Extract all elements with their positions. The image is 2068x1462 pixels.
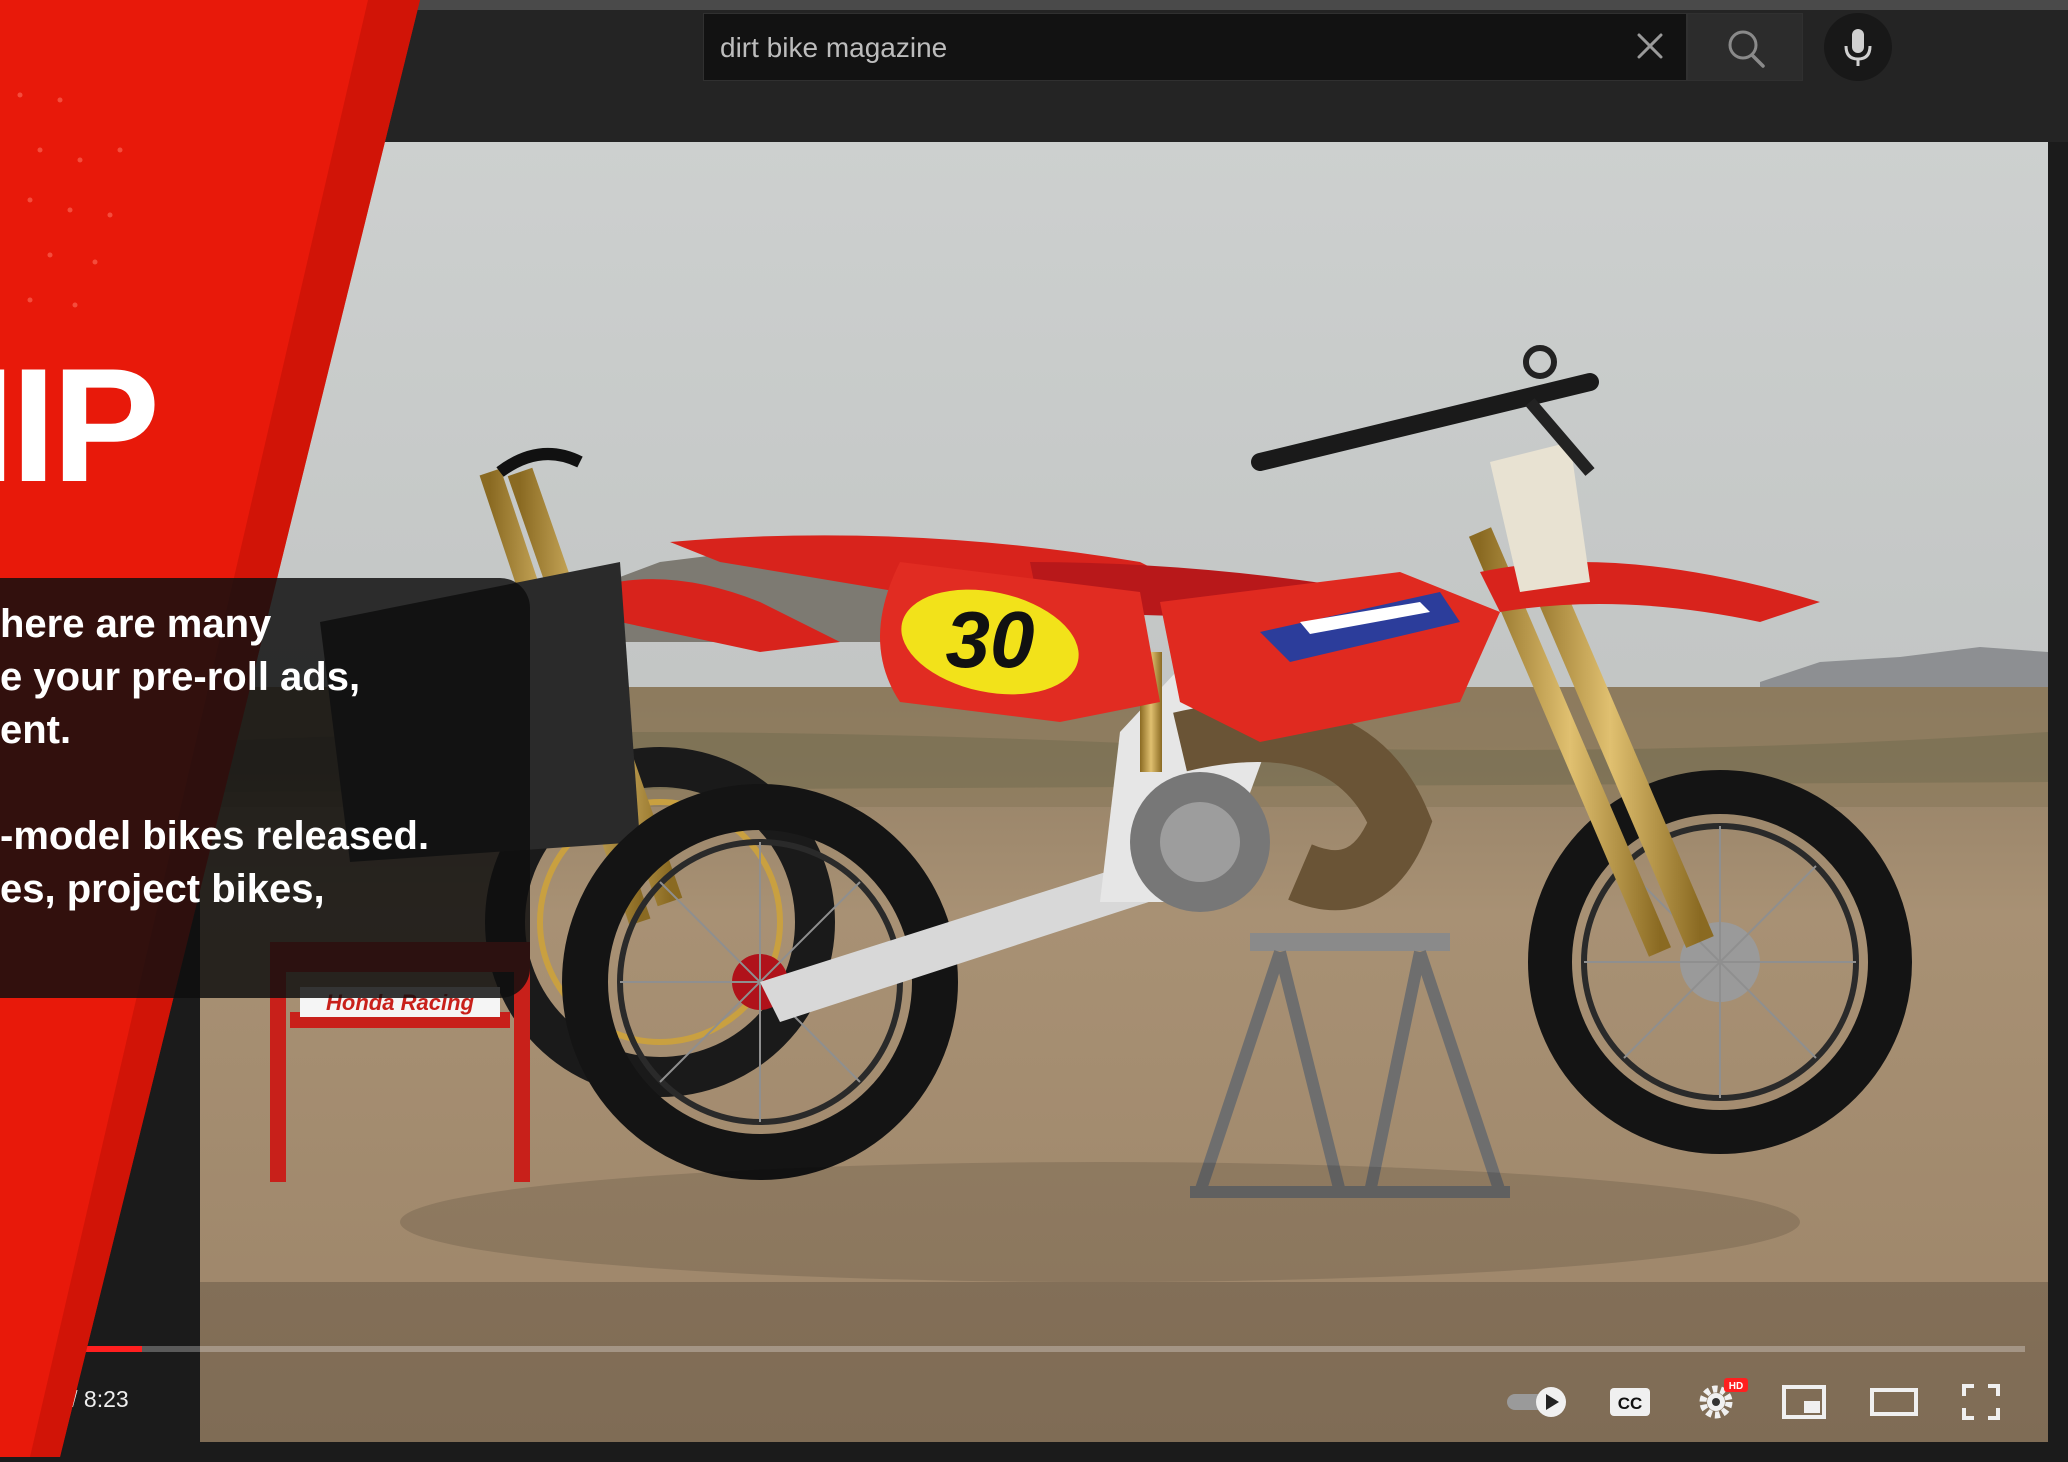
promo-panel: IIP here are many e your pre-roll ads, e…	[0, 0, 530, 1457]
search-input[interactable]	[718, 14, 1622, 82]
caption-line-3: ent.	[0, 708, 72, 752]
autoplay-toggle[interactable]	[1505, 1384, 1575, 1420]
caption-line-2: e your pre-roll ads,	[0, 655, 361, 699]
close-icon[interactable]	[1630, 26, 1670, 66]
caption-line-1: here are many	[0, 602, 272, 646]
search-box	[703, 13, 1687, 82]
microphone-button[interactable]	[1824, 13, 1892, 81]
svg-text:CC: CC	[1618, 1394, 1643, 1413]
theater-mode-button[interactable]	[1868, 1381, 1920, 1423]
miniplayer-button[interactable]	[1780, 1381, 1828, 1423]
fullscreen-button[interactable]	[1958, 1380, 2004, 1424]
fullscreen-icon	[1962, 1384, 2000, 1420]
hd-badge: HD	[1729, 1381, 1743, 1392]
captions-button[interactable]: CC	[1606, 1382, 1654, 1422]
microphone-icon	[1844, 29, 1872, 66]
autoplay-toggle-icon	[1507, 1387, 1566, 1417]
search-button[interactable]	[1687, 13, 1803, 81]
caption-line-5: -model bikes released.	[0, 814, 430, 858]
promo-headline: IIP	[0, 335, 160, 516]
closed-captions-icon: CC	[1610, 1388, 1650, 1416]
gear-icon: HD	[1699, 1378, 1748, 1419]
theater-mode-icon	[1870, 1388, 1918, 1416]
promo-caption-box: here are many e your pre-roll ads, ent. …	[0, 578, 530, 998]
miniplayer-icon	[1782, 1385, 1826, 1419]
bike-number: 30	[946, 595, 1035, 684]
search-icon	[1728, 30, 1765, 68]
settings-button[interactable]: HD	[1692, 1376, 1752, 1424]
caption-line-6: es, project bikes,	[0, 867, 325, 911]
